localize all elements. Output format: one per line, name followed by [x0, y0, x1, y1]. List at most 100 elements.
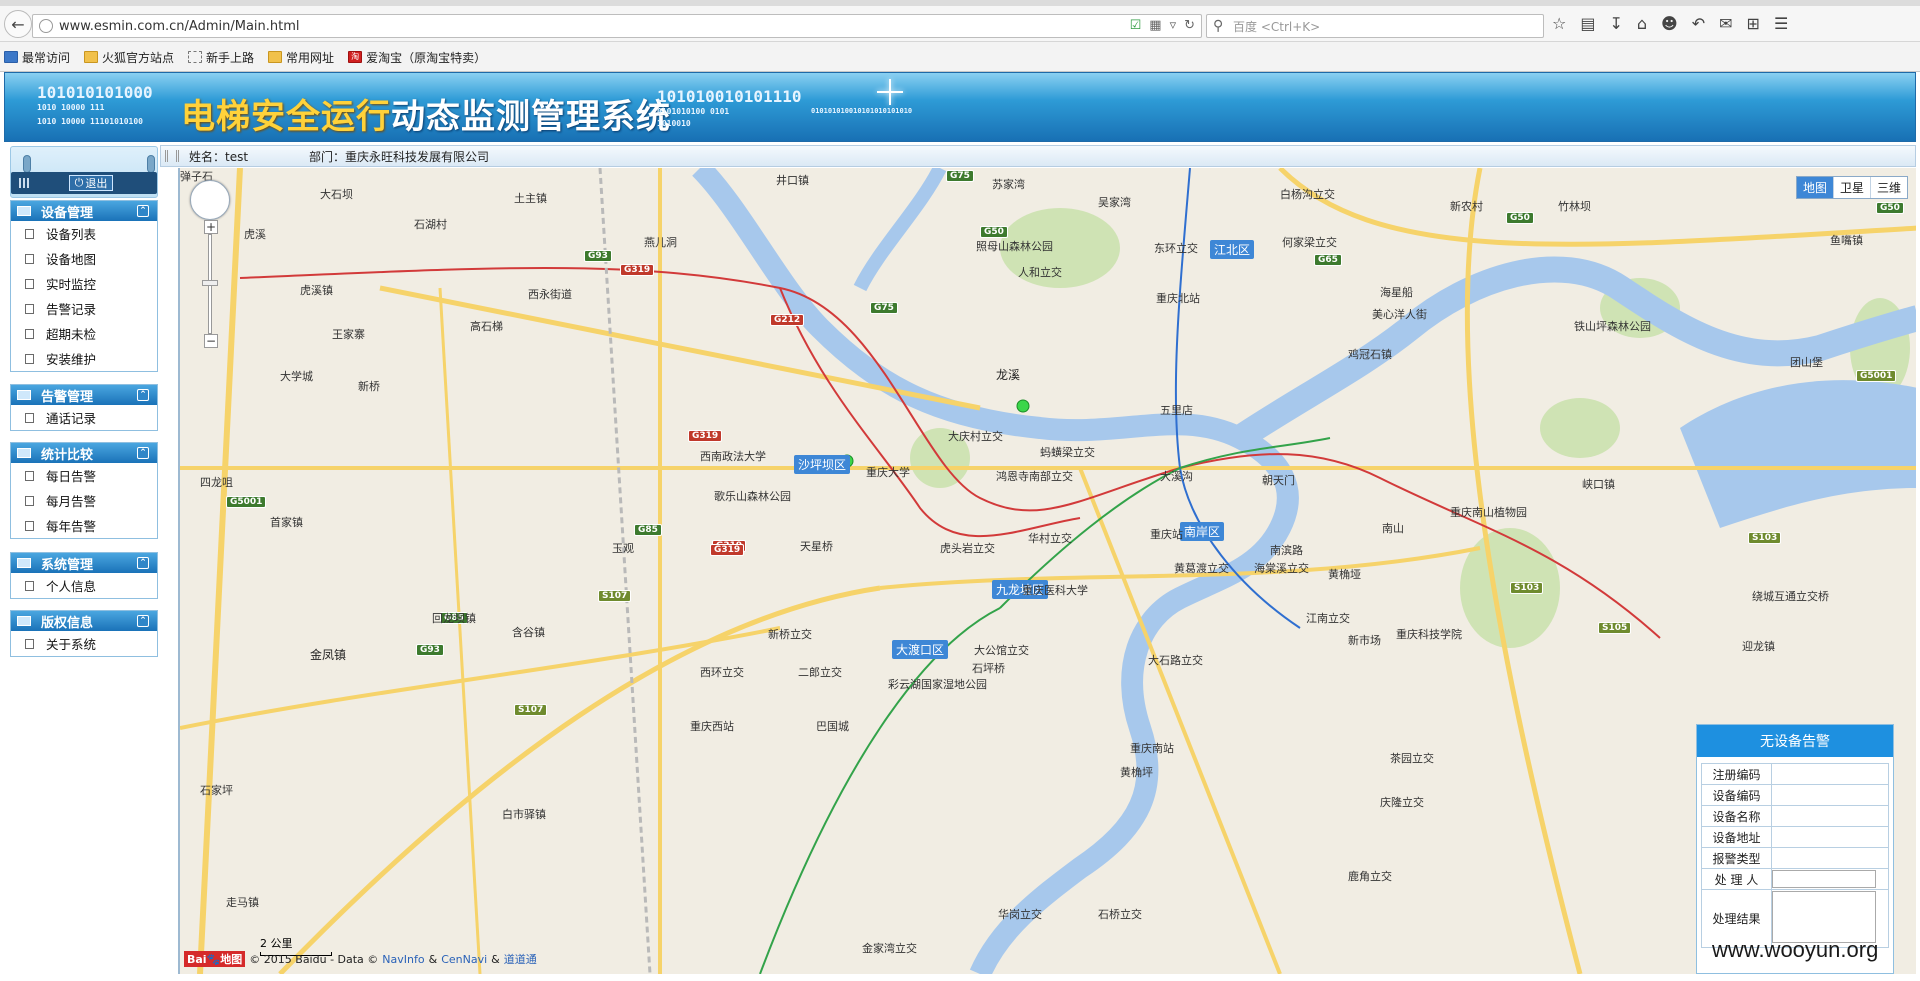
map-label: 黄桷坪	[1120, 766, 1153, 779]
menu-header-stats[interactable]: 统计比较 ⌃	[11, 443, 157, 463]
menu-section-device: 设备管理 ⌃ 设备列表 设备地图 实时监控 告警记录 超期未检 安装维护	[10, 200, 158, 372]
map-label: 鸡冠石镇	[1348, 348, 1392, 361]
menu-header-device[interactable]: 设备管理 ⌃	[11, 201, 157, 221]
page-icon	[25, 253, 34, 264]
menu-item-call-records[interactable]: 通话记录	[11, 405, 157, 430]
menu-item-device-list[interactable]: 设备列表	[11, 221, 157, 246]
reload-icon[interactable]: ↻	[1184, 18, 1195, 33]
map-type-map[interactable]: 地图	[1796, 177, 1834, 198]
crop-icon[interactable]: ⊞	[1747, 14, 1760, 33]
collapse-icon[interactable]: ⌃	[137, 389, 149, 401]
menu-item-daily-alarm[interactable]: 每日告警	[11, 463, 157, 488]
navinfo-link[interactable]: NavInfo	[382, 953, 424, 966]
map-label: 竹林坝	[1558, 200, 1591, 213]
menu-item-yearly-alarm[interactable]: 每年告警	[11, 513, 157, 538]
search-bar[interactable]: ⚲ 百度 <Ctrl+K>	[1206, 14, 1544, 38]
map-label: 黄葛渡立交	[1174, 562, 1229, 575]
chat-icon[interactable]: ☻	[1661, 14, 1678, 33]
map-type-satellite[interactable]: 卫星	[1834, 177, 1871, 198]
page-icon	[25, 228, 34, 239]
menu-item-monthly-alarm[interactable]: 每月告警	[11, 488, 157, 513]
daodaotong-link[interactable]: 道道通	[504, 951, 537, 967]
menu-header-copyright[interactable]: 版权信息 ⌃	[11, 611, 157, 631]
map-label: 华村立交	[1028, 532, 1072, 545]
page-icon	[25, 638, 34, 649]
grid-icon	[19, 178, 31, 188]
download-icon[interactable]: ↧	[1609, 14, 1622, 33]
field-value	[1771, 805, 1889, 827]
map-label: 天星桥	[800, 540, 833, 553]
map-label: 南滨路	[1270, 544, 1303, 557]
book-icon	[17, 390, 31, 400]
page-icon	[25, 353, 34, 364]
bookmark-getting-started[interactable]: 新手上路	[188, 49, 254, 66]
bookmark-taobao[interactable]: 淘爱淘宝（原淘宝特卖）	[348, 49, 486, 66]
page-icon	[188, 51, 203, 63]
menu-item-alarm-records[interactable]: 告警记录	[11, 296, 157, 321]
map-label: 鹿角立交	[1348, 870, 1392, 883]
reading-list-icon[interactable]: ▤	[1580, 14, 1595, 33]
search-icon: ⚲	[1213, 18, 1224, 34]
map-label: 东环立交	[1154, 242, 1198, 255]
map-label: 虎溪镇	[300, 284, 333, 297]
map-label: 黄桷垭	[1328, 568, 1361, 581]
comment-icon[interactable]: ✉	[1719, 14, 1732, 33]
zoom-out-button[interactable]: −	[204, 334, 218, 348]
back-button[interactable]: ←	[4, 10, 32, 38]
zoom-slider-handle[interactable]	[202, 280, 218, 286]
menu-icon[interactable]: ☰	[1774, 14, 1788, 33]
bookmark-star-icon[interactable]: ☆	[1552, 14, 1566, 33]
map-label: 何家梁立交	[1282, 236, 1337, 249]
handler-input[interactable]	[1772, 870, 1876, 888]
menu-item-realtime-monitor[interactable]: 实时监控	[11, 271, 157, 296]
map-label: 大公馆立交	[974, 644, 1029, 657]
collapse-icon[interactable]: ⌃	[137, 615, 149, 627]
map-canvas	[180, 168, 1916, 974]
bookmark-most-visited[interactable]: 最常访问	[4, 49, 70, 66]
home-icon[interactable]: ⌂	[1637, 14, 1647, 33]
bookmark-firefox[interactable]: 火狐官方站点	[84, 49, 174, 66]
undo-icon[interactable]: ↶	[1692, 14, 1705, 33]
map-label: 白杨沟立交	[1280, 188, 1335, 201]
folder-icon	[268, 51, 283, 63]
pin-icon	[23, 155, 31, 173]
map-label: 大石路立交	[1148, 654, 1203, 667]
logout-button[interactable]: ⏻ 退出	[69, 175, 113, 191]
collapse-icon[interactable]: ⌃	[137, 205, 149, 217]
alarm-detail-table: 注册编码 设备编码 设备名称 设备地址 报警类型 处 理 人 处理结果	[1701, 763, 1889, 948]
menu-item-install-maintain[interactable]: 安装维护	[11, 346, 157, 371]
map-label: 虎头岩立交	[940, 542, 995, 555]
map-label: 鱼嘴镇	[1830, 234, 1863, 247]
map-label: 石坪桥	[972, 662, 1005, 675]
menu-item-about[interactable]: 关于系统	[11, 631, 157, 656]
pan-control[interactable]	[190, 180, 230, 220]
result-textarea[interactable]	[1772, 891, 1876, 943]
menu-item-device-map[interactable]: 设备地图	[11, 246, 157, 271]
map-label: 石湖村	[414, 218, 447, 231]
map-label: 人和立交	[1018, 266, 1062, 279]
collapse-icon[interactable]: ⌃	[137, 557, 149, 569]
map-label: 新市场	[1348, 634, 1381, 647]
menu-item-overdue[interactable]: 超期未检	[11, 321, 157, 346]
map-type-switcher: 地图 卫星 三维	[1795, 176, 1908, 199]
shield-icon[interactable]: ☑	[1130, 18, 1142, 33]
collapse-icon[interactable]: ⌃	[137, 447, 149, 459]
map-label: 茶园立交	[1390, 752, 1434, 765]
map-label: 峡口镇	[1582, 478, 1615, 491]
qr-code-icon[interactable]: ▦	[1149, 18, 1161, 33]
menu-section-system: 系统管理 ⌃ 个人信息	[10, 552, 158, 599]
map-type-3d[interactable]: 三维	[1871, 177, 1907, 198]
menu-header-system[interactable]: 系统管理 ⌃	[11, 553, 157, 573]
map-label: 美心洋人街	[1372, 308, 1427, 321]
zoom-in-button[interactable]: +	[204, 220, 218, 234]
dropdown-icon[interactable]: ▿	[1170, 18, 1177, 33]
map-label: 大溪沟	[1160, 470, 1193, 483]
menu-header-alarm[interactable]: 告警管理 ⌃	[11, 385, 157, 405]
bookmark-common[interactable]: 常用网址	[268, 49, 334, 66]
cennavi-link[interactable]: CenNavi	[441, 953, 487, 966]
sidebar: ⏻ 退出 设备管理 ⌃ 设备列表 设备地图 实时监控 告警记录 超期未检 安装维护 …	[8, 142, 160, 974]
url-bar[interactable]: www.esmin.com.cn/Admin/Main.html ☑ ▦ ▿ ↻	[32, 14, 1202, 38]
menu-item-profile[interactable]: 个人信息	[11, 573, 157, 598]
field-label: 报警类型	[1701, 847, 1772, 869]
device-map[interactable]: 江北区 沙坪坝区 南岸区 九龙坡区 大渡口区 G75 G50 G93 G319 …	[178, 168, 1916, 974]
